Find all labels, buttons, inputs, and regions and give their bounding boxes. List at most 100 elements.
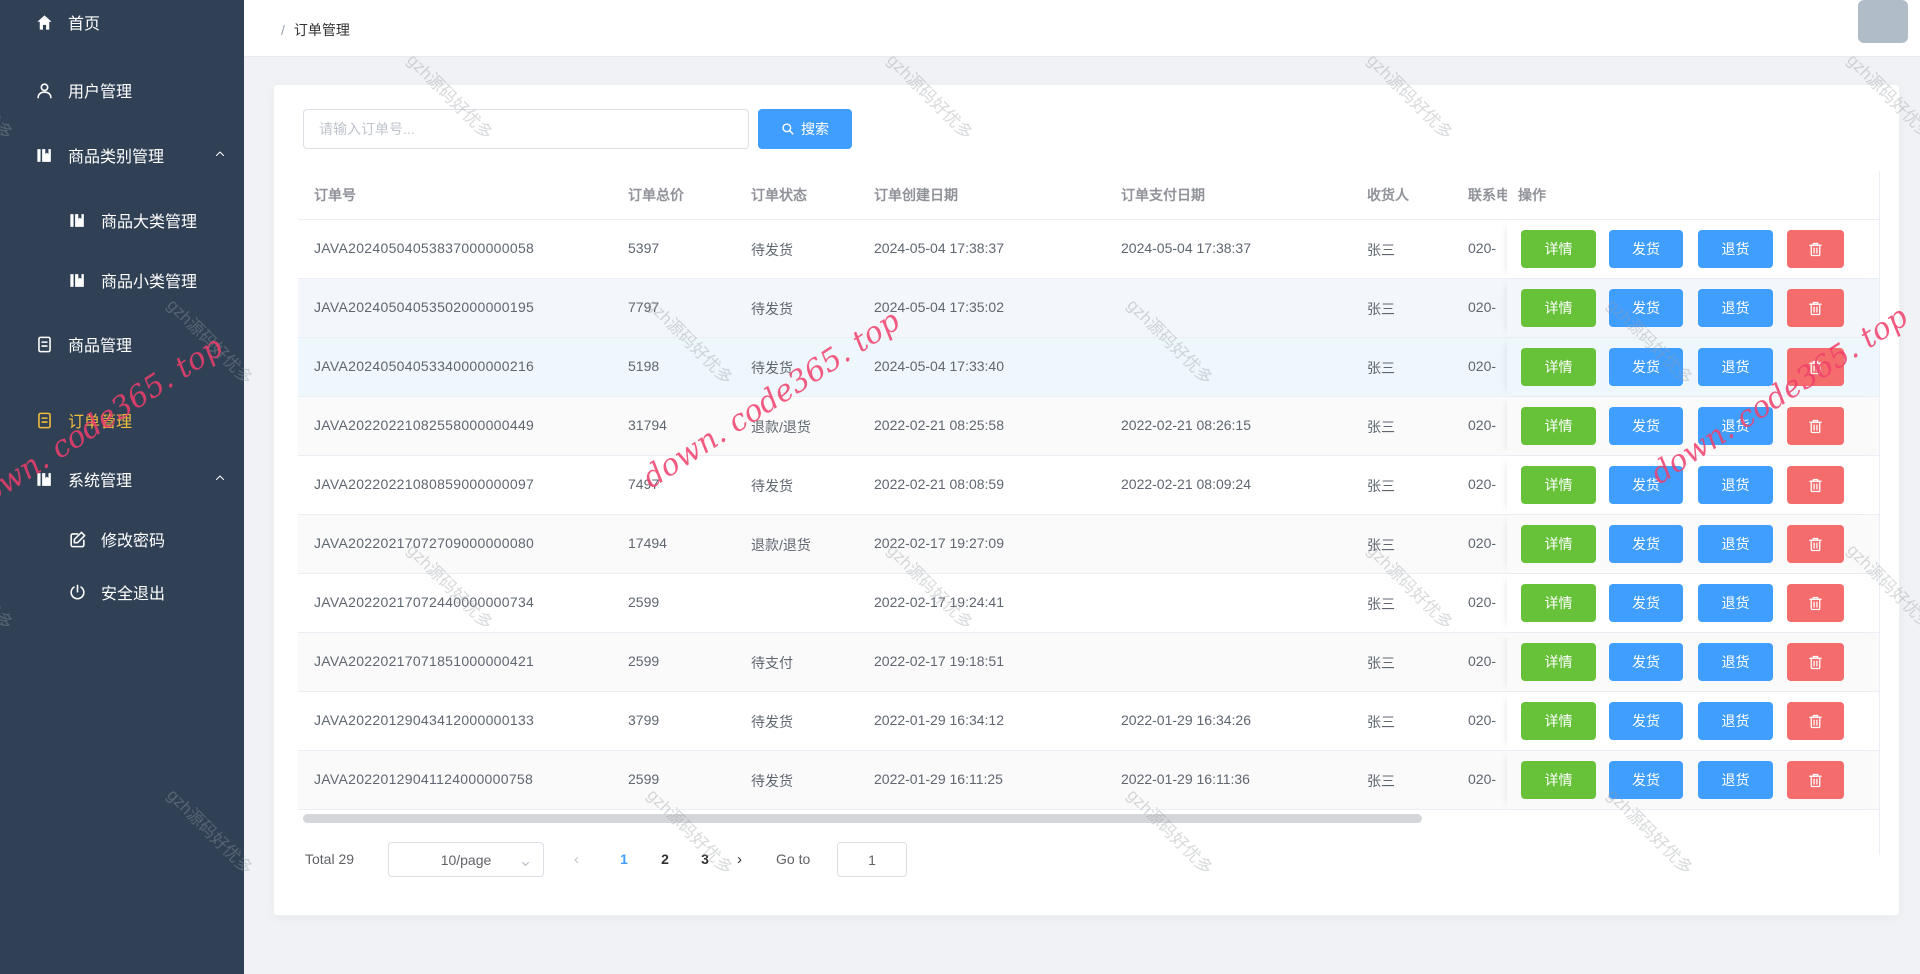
document-icon xyxy=(35,335,54,354)
cell-contact: 020- xyxy=(1468,653,1507,669)
horizontal-scrollbar[interactable] xyxy=(303,814,1422,823)
ship-button[interactable]: 发货 xyxy=(1609,407,1683,445)
cell-contact: 020- xyxy=(1468,240,1507,256)
avatar[interactable] xyxy=(1858,0,1908,43)
ship-button[interactable]: 发货 xyxy=(1609,230,1683,268)
delete-button[interactable] xyxy=(1787,584,1844,622)
delete-button[interactable] xyxy=(1787,702,1844,740)
cell-order_no: JAVA20240504053502000000195 xyxy=(314,299,534,315)
sidebar-item-订单管理[interactable]: 订单管理 xyxy=(0,398,244,442)
delete-button[interactable] xyxy=(1787,643,1844,681)
ship-button[interactable]: 发货 xyxy=(1609,466,1683,504)
sidebar-item-商品小类管理[interactable]: 商品小类管理 xyxy=(0,258,244,302)
cell-paid: 2022-01-29 16:11:36 xyxy=(1121,771,1250,787)
sidebar-item-用户管理[interactable]: 用户管理 xyxy=(0,68,244,112)
cell-status: 退款/退货 xyxy=(751,417,811,437)
detail-button[interactable]: 详情 xyxy=(1521,289,1596,327)
cell-receiver: 张三 xyxy=(1367,240,1395,260)
trash-icon xyxy=(1807,359,1824,376)
return-button[interactable]: 退货 xyxy=(1698,761,1773,799)
cell-total: 5198 xyxy=(628,358,659,374)
cell-created: 2024-05-04 17:35:02 xyxy=(874,299,1004,315)
search-input[interactable] xyxy=(303,109,749,149)
chevron-up-icon xyxy=(214,147,226,159)
row-actions: 详情发货退货 xyxy=(1507,338,1879,396)
sidebar-item-商品管理[interactable]: 商品管理 xyxy=(0,322,244,366)
ship-button[interactable]: 发货 xyxy=(1609,348,1683,386)
sidebar-item-修改密码[interactable]: 修改密码 xyxy=(0,517,244,561)
pagination: Total 29 10/page ‹ 123 › Go to xyxy=(274,842,1899,878)
delete-button[interactable] xyxy=(1787,407,1844,445)
table-row: JAVA202201290411240000007582599待发货2022-0… xyxy=(298,751,1879,810)
delete-button[interactable] xyxy=(1787,348,1844,386)
row-actions: 详情发货退货 xyxy=(1507,692,1879,750)
detail-button[interactable]: 详情 xyxy=(1521,761,1596,799)
search-button[interactable]: 搜索 xyxy=(758,109,852,149)
ship-button[interactable]: 发货 xyxy=(1609,702,1683,740)
sidebar-item-label: 安全退出 xyxy=(101,580,165,604)
column-header-total: 订单总价 xyxy=(628,185,684,205)
return-button[interactable]: 退货 xyxy=(1698,407,1773,445)
delete-button[interactable] xyxy=(1787,466,1844,504)
page-size-select[interactable]: 10/page xyxy=(388,842,544,877)
delete-button[interactable] xyxy=(1787,289,1844,327)
sidebar-item-商品类别管理[interactable]: 商品类别管理 xyxy=(0,133,244,177)
delete-button[interactable] xyxy=(1787,761,1844,799)
detail-button[interactable]: 详情 xyxy=(1521,584,1596,622)
row-actions: 详情发货退货 xyxy=(1507,279,1879,337)
breadcrumb-separator: / xyxy=(281,22,285,38)
return-button[interactable]: 退货 xyxy=(1698,643,1773,681)
sidebar-item-系统管理[interactable]: 系统管理 xyxy=(0,457,244,501)
column-header-order_no: 订单号 xyxy=(314,185,356,205)
delete-button[interactable] xyxy=(1787,230,1844,268)
delete-button[interactable] xyxy=(1787,525,1844,563)
detail-button[interactable]: 详情 xyxy=(1521,643,1596,681)
cell-contact: 020- xyxy=(1468,535,1507,551)
ship-button[interactable]: 发货 xyxy=(1609,584,1683,622)
cell-created: 2022-02-21 08:08:59 xyxy=(874,476,1004,492)
cell-contact: 020- xyxy=(1468,299,1507,315)
page-number-3[interactable]: 3 xyxy=(692,851,718,867)
column-header-paid: 订单支付日期 xyxy=(1121,185,1205,205)
sidebar-item-安全退出[interactable]: 安全退出 xyxy=(0,570,244,614)
detail-button[interactable]: 详情 xyxy=(1521,407,1596,445)
ship-button[interactable]: 发货 xyxy=(1609,643,1683,681)
power-icon xyxy=(68,583,87,602)
cell-status: 待发货 xyxy=(751,712,793,732)
cell-receiver: 张三 xyxy=(1367,299,1395,319)
return-button[interactable]: 退货 xyxy=(1698,584,1773,622)
detail-button[interactable]: 详情 xyxy=(1521,525,1596,563)
cell-status: 待发货 xyxy=(751,476,793,496)
detail-button[interactable]: 详情 xyxy=(1521,230,1596,268)
detail-button[interactable]: 详情 xyxy=(1521,466,1596,504)
page-number-2[interactable]: 2 xyxy=(652,851,678,867)
order-management-card: 搜索 订单号订单总价订单状态订单创建日期订单支付日期收货人联系电话操作 JAVA… xyxy=(273,84,1900,916)
ship-button[interactable]: 发货 xyxy=(1609,289,1683,327)
sidebar-item-label: 用户管理 xyxy=(68,78,132,102)
row-actions: 详情发货退货 xyxy=(1507,397,1879,455)
next-page-button[interactable]: › xyxy=(737,851,742,868)
cell-total: 2599 xyxy=(628,771,659,787)
return-button[interactable]: 退货 xyxy=(1698,348,1773,386)
ship-button[interactable]: 发货 xyxy=(1609,761,1683,799)
detail-button[interactable]: 详情 xyxy=(1521,348,1596,386)
return-button[interactable]: 退货 xyxy=(1698,230,1773,268)
prev-page-button[interactable]: ‹ xyxy=(574,851,579,868)
page-size-label: 10/page xyxy=(441,852,492,868)
return-button[interactable]: 退货 xyxy=(1698,466,1773,504)
page-number-1[interactable]: 1 xyxy=(611,851,637,867)
goto-page-input[interactable] xyxy=(837,842,907,877)
return-button[interactable]: 退货 xyxy=(1698,289,1773,327)
column-header-contact: 联系电话 xyxy=(1468,185,1507,205)
ship-button[interactable]: 发货 xyxy=(1609,525,1683,563)
return-button[interactable]: 退货 xyxy=(1698,702,1773,740)
detail-button[interactable]: 详情 xyxy=(1521,702,1596,740)
cell-order_no: JAVA20220217071851000000421 xyxy=(314,653,534,669)
sidebar-item-商品大类管理[interactable]: 商品大类管理 xyxy=(0,198,244,242)
trash-icon xyxy=(1807,477,1824,494)
row-actions: 详情发货退货 xyxy=(1507,220,1879,278)
sidebar-item-首页[interactable]: 首页 xyxy=(0,0,244,44)
cell-order_no: JAVA20240504053340000000216 xyxy=(314,358,534,374)
return-button[interactable]: 退货 xyxy=(1698,525,1773,563)
cell-paid: 2022-01-29 16:34:26 xyxy=(1121,712,1251,728)
